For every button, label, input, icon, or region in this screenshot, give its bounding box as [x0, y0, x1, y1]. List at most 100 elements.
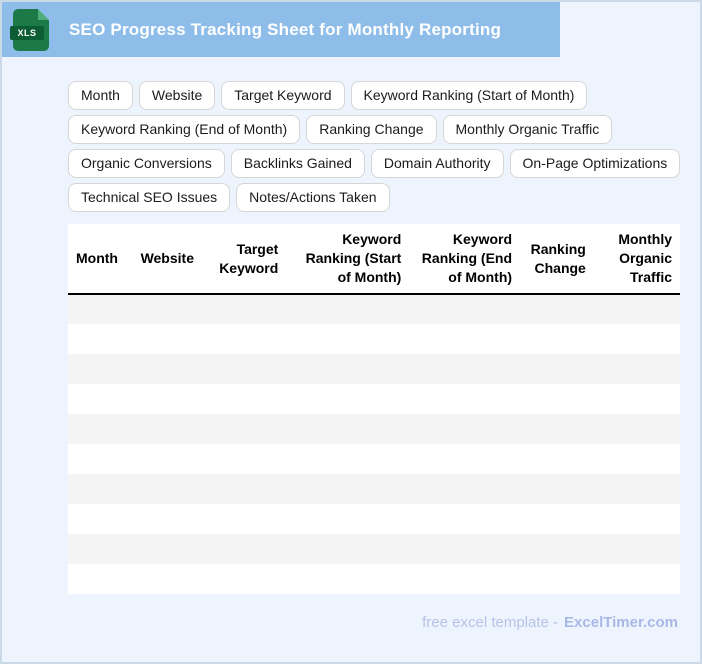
- empty-cell: [133, 294, 204, 324]
- empty-cell: [409, 444, 520, 474]
- tag-domain-authority[interactable]: Domain Authority: [370, 149, 504, 178]
- empty-cell: [203, 384, 286, 414]
- empty-cell: [286, 474, 409, 504]
- column-header-ranking-change: Ranking Change: [520, 224, 594, 295]
- empty-cell: [594, 414, 680, 444]
- empty-cell: [520, 414, 594, 444]
- empty-cell: [203, 324, 286, 354]
- column-header-website: Website: [132, 224, 204, 295]
- empty-cell: [133, 474, 204, 504]
- tag-website[interactable]: Website: [138, 81, 216, 110]
- empty-cell: [133, 444, 204, 474]
- empty-cell: [203, 564, 286, 594]
- column-header-keyword-ranking-end-of-month: Keyword Ranking (End of Month): [409, 224, 521, 295]
- empty-cell: [68, 444, 133, 474]
- empty-cell: [133, 534, 204, 564]
- empty-cell: [409, 384, 520, 414]
- footer-brand-link[interactable]: ExcelTimer.com: [564, 614, 678, 631]
- table-row: [68, 324, 680, 354]
- empty-cell: [133, 504, 204, 534]
- tag-ranking-change[interactable]: Ranking Change: [306, 115, 437, 144]
- empty-cell: [594, 444, 680, 474]
- tag-backlinks-gained[interactable]: Backlinks Gained: [230, 149, 365, 178]
- empty-cell: [68, 414, 133, 444]
- empty-cell: [594, 474, 680, 504]
- empty-cell: [594, 504, 680, 534]
- empty-cell: [594, 564, 680, 594]
- empty-cell: [68, 384, 133, 414]
- tag-monthly-organic-traffic[interactable]: Monthly Organic Traffic: [442, 115, 613, 144]
- empty-cell: [594, 294, 680, 324]
- empty-cell: [409, 294, 520, 324]
- tag-keyword-ranking-end-of-month[interactable]: Keyword Ranking (End of Month): [68, 115, 301, 144]
- empty-cell: [409, 354, 520, 384]
- empty-cell: [520, 444, 594, 474]
- tracking-sheet-table-container: Month Website Target Keyword Keyword Rankin…: [68, 224, 680, 594]
- empty-cell: [203, 474, 286, 504]
- tag-organic-conversions[interactable]: Organic Conversions: [68, 149, 225, 178]
- table-row: [68, 414, 680, 444]
- empty-cell: [520, 504, 594, 534]
- empty-cell: [594, 324, 680, 354]
- empty-cell: [203, 294, 286, 324]
- empty-cell: [133, 354, 204, 384]
- empty-cell: [203, 444, 286, 474]
- tag-row: Keyword Ranking (End of Month) Ranking Ch…: [68, 115, 680, 144]
- footer-credit: free excel template - ExcelTimer.com: [422, 614, 678, 631]
- empty-cell: [286, 294, 409, 324]
- empty-cell: [286, 444, 409, 474]
- table-row: [68, 384, 680, 414]
- empty-cell: [133, 324, 204, 354]
- empty-cell: [520, 534, 594, 564]
- table-row: [68, 444, 680, 474]
- empty-cell: [68, 534, 133, 564]
- empty-cell: [68, 504, 133, 534]
- column-header-keyword-ranking-start-of-month: Keyword Ranking (Start of Month): [286, 224, 410, 295]
- column-header-month: Month: [68, 224, 133, 295]
- title-bar: XLS SEO Progress Tracking Sheet for Mont…: [2, 2, 560, 57]
- table-row: [68, 354, 680, 384]
- table-row: [68, 474, 680, 504]
- empty-cell: [286, 324, 409, 354]
- tag-month[interactable]: Month: [68, 81, 133, 110]
- empty-cell: [594, 534, 680, 564]
- empty-cell: [203, 414, 286, 444]
- column-header-target-keyword: Target Keyword: [203, 224, 287, 295]
- table-header-row: Month Website Target Keyword Keyword Rankin…: [68, 224, 680, 295]
- empty-cell: [203, 504, 286, 534]
- empty-cell: [203, 534, 286, 564]
- empty-cell: [286, 414, 409, 444]
- xls-file-icon: XLS: [10, 8, 49, 51]
- empty-cell: [203, 354, 286, 384]
- empty-cell: [68, 294, 133, 324]
- empty-cell: [68, 354, 133, 384]
- tag-row: Technical SEO Issues Notes/Actions Taken: [68, 183, 680, 212]
- empty-cell: [520, 384, 594, 414]
- page-title: SEO Progress Tracking Sheet for Monthly …: [69, 19, 502, 39]
- empty-cell: [520, 564, 594, 594]
- empty-cell: [286, 564, 409, 594]
- tag-target-keyword[interactable]: Target Keyword: [221, 81, 345, 110]
- tag-row: Month Website Target Keyword Keyword Rankin…: [68, 81, 680, 110]
- empty-cell: [520, 324, 594, 354]
- empty-cell: [520, 474, 594, 504]
- empty-cell: [520, 294, 594, 324]
- tag-on-page-optimizations[interactable]: On-Page Optimizations: [509, 149, 681, 178]
- tag-notes-actions-taken[interactable]: Notes/Actions Taken: [236, 183, 390, 212]
- empty-cell: [409, 564, 520, 594]
- empty-cell: [286, 354, 409, 384]
- empty-cell: [68, 324, 133, 354]
- tag-row: Organic Conversions Backlinks Gained Domai…: [68, 149, 681, 178]
- empty-cell: [133, 564, 204, 594]
- tag-technical-seo-issues[interactable]: Technical SEO Issues: [68, 183, 231, 212]
- tag-keyword-ranking-start-of-month[interactable]: Keyword Ranking (Start of Month): [350, 81, 588, 110]
- empty-cell: [133, 414, 204, 444]
- empty-cell: [286, 384, 409, 414]
- empty-cell: [133, 384, 204, 414]
- column-header-monthly-organic-traffic: Monthly Organic Traffic: [593, 224, 680, 295]
- table-row: [68, 294, 680, 324]
- empty-cell: [68, 564, 133, 594]
- footer-text: free excel template -: [422, 614, 559, 631]
- empty-cell: [409, 504, 520, 534]
- table-row: [68, 564, 680, 594]
